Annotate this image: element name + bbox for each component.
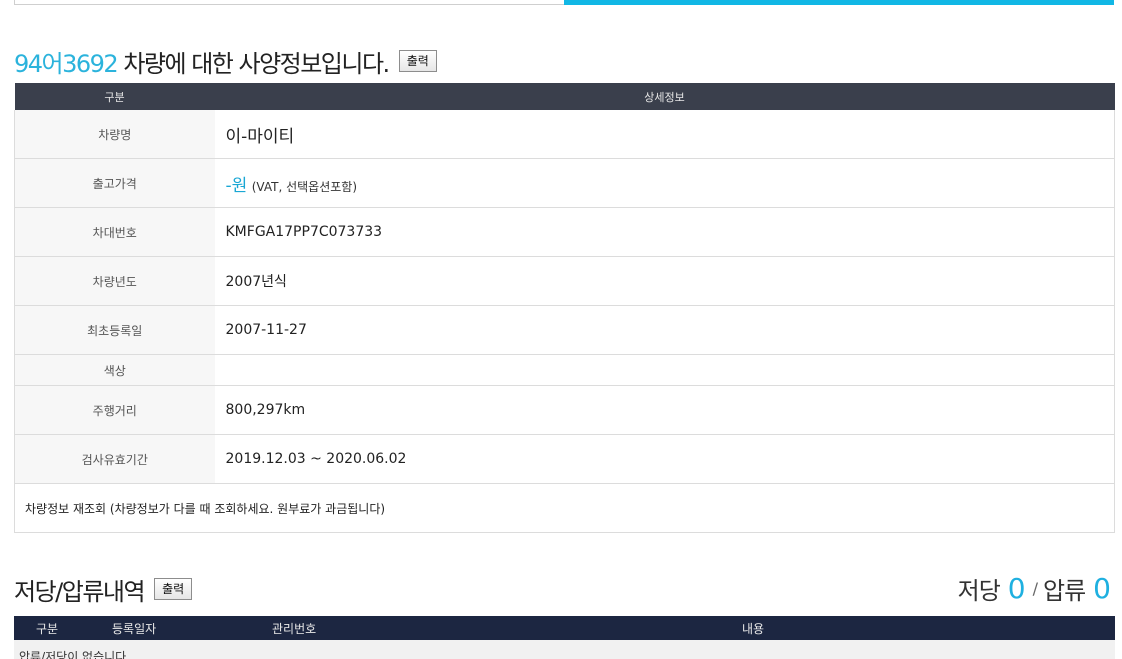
lien-header-number: 관리번호 [272,622,317,636]
lien-empty-text: 압류/저당이 없습니다 [19,650,127,659]
plate-number: 94어3692 [14,49,119,78]
table-row: 차량정보 재조회 (차량정보가 다를 때 조회하세요. 원부료가 과금됩니다) [14,483,1115,533]
year-value: 2007년식 [214,256,1115,306]
row-label: 차량명 [14,110,215,159]
table-row: 차량년도 2007년식 [14,256,1115,306]
seizure-count: 0 [1093,571,1111,605]
price-note: (VAT, 선택옵션포함) [251,179,358,194]
row-label: 차량년도 [14,256,215,306]
requery-link[interactable]: 차량정보 재조회 (차량정보가 다를 때 조회하세요. 원부료가 과금됩니다) [14,483,1115,533]
price-value: -원 [225,175,248,196]
lien-table-header: 구분 등록일자 관리번호 내용 [14,616,1115,640]
vin-value: KMFGA17PP7C073733 [214,207,1115,257]
row-value: -원 (VAT, 선택옵션포함) [214,158,1115,208]
row-label: 최초등록일 [14,305,215,355]
row-label: 출고가격 [14,158,215,208]
table-row: 차량명 이-마이티 [14,110,1115,159]
table-row: 출고가격 -원 (VAT, 선택옵션포함) [14,158,1115,208]
mortgage-count: 0 [1007,571,1026,605]
lien-header-date: 등록일자 [112,622,157,636]
tab-bar [14,0,1114,5]
lien-title-text: 저당/압류내역 [14,577,146,606]
lien-header-category: 구분 [36,622,59,636]
spec-table: 구분 상세정보 차량명 이-마이티 출고가격 -원 (VAT, 선택옵션포함) … [14,83,1115,533]
row-value: 이-마이티 [214,110,1115,159]
header-category: 구분 [14,83,215,110]
print-spec-button[interactable]: 출력 [398,50,437,72]
lien-header-content: 내용 [742,622,765,636]
seizure-label: 압류 [1043,576,1086,605]
lien-empty-row: 압류/저당이 없습니다 [14,640,1115,659]
row-label: 차대번호 [14,207,215,257]
tab-active[interactable] [564,0,1114,5]
row-label: 검사유효기간 [14,434,215,484]
inspection-period-value: 2019.12.03 ~ 2020.06.02 [214,434,1115,484]
first-registration-value: 2007-11-27 [214,305,1115,355]
row-label: 색상 [14,354,215,386]
table-row: 주행거리 800,297km [14,385,1115,435]
count-separator: / [1032,578,1038,598]
table-row: 검사유효기간 2019.12.03 ~ 2020.06.02 [14,434,1115,484]
vehicle-name: 이-마이티 [225,126,295,147]
lien-title: 저당/압류내역 출력 [14,572,193,606]
spec-title-text: 차량에 대한 사양정보입니다. [117,49,390,78]
mileage-value: 800,297km [214,385,1115,435]
table-row: 색상 [14,354,1115,386]
spec-title: 94어3692 차량에 대한 사양정보입니다. 출력 [14,44,437,78]
lien-counts: 저당 0 / 압류 0 [957,570,1111,606]
header-details: 상세정보 [214,83,1115,110]
mortgage-label: 저당 [957,576,1001,605]
table-row: 최초등록일 2007-11-27 [14,305,1115,355]
color-value [214,354,1115,386]
table-row: 차대번호 KMFGA17PP7C073733 [14,207,1115,257]
row-label: 주행거리 [14,385,215,435]
tab-inactive[interactable] [14,0,565,5]
print-lien-button[interactable]: 출력 [154,578,193,600]
